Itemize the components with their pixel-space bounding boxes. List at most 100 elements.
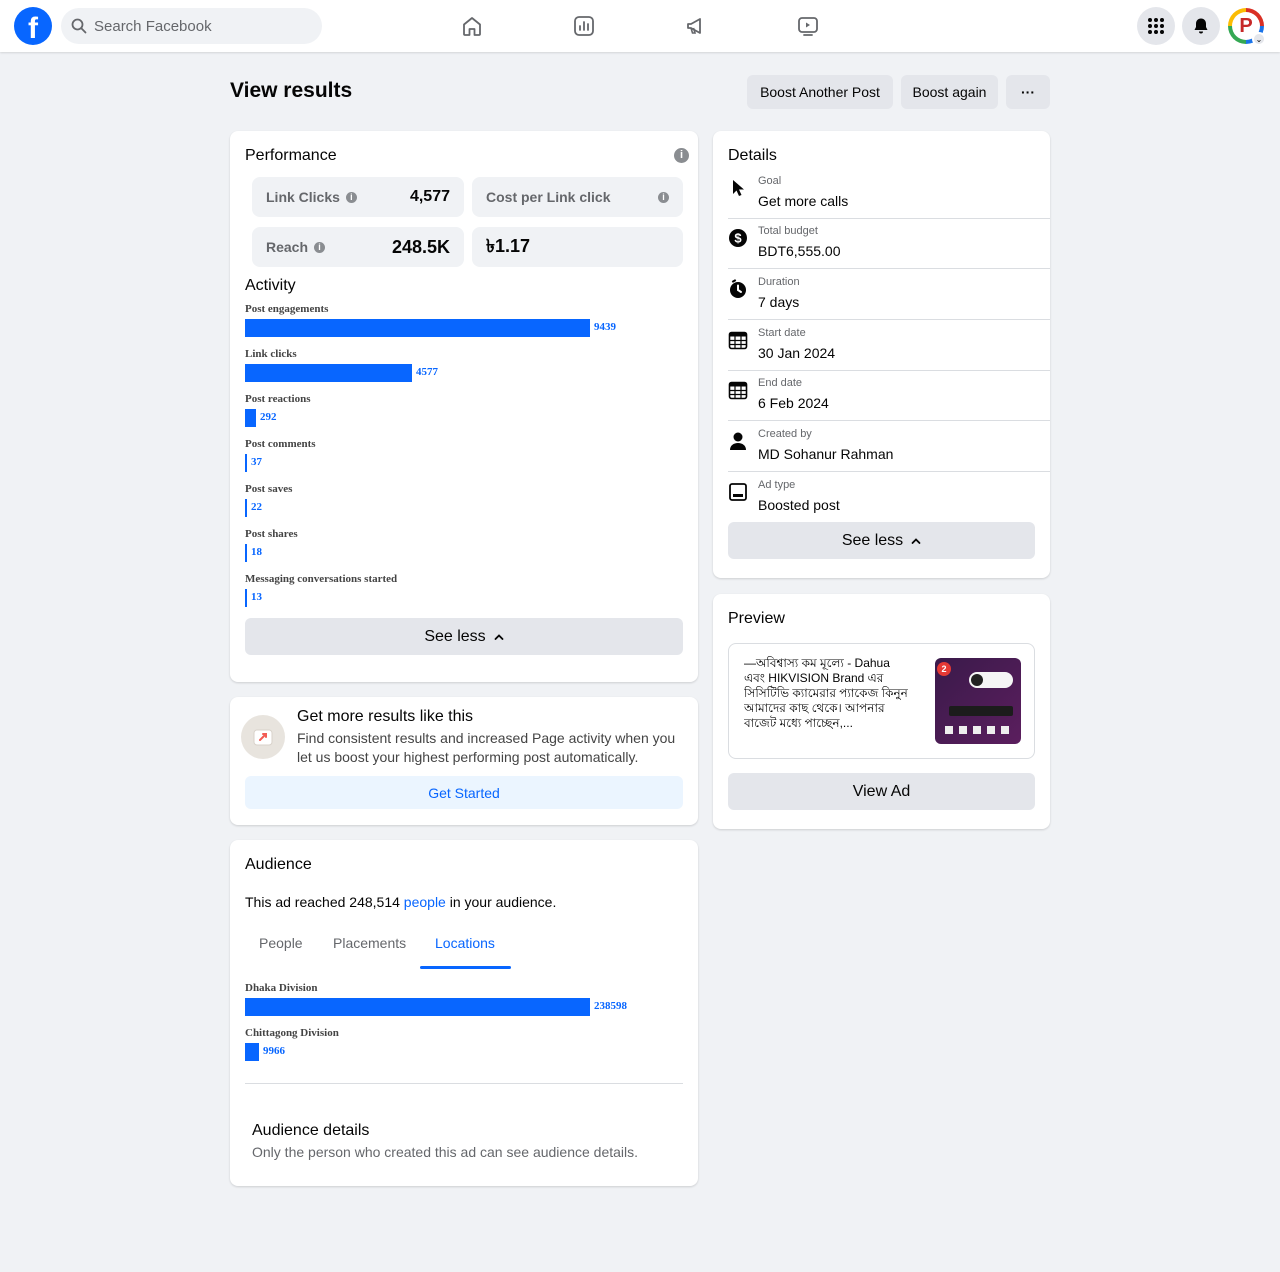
detail-value: BDT6,555.00 xyxy=(758,243,841,259)
more-options-button[interactable]: ··· xyxy=(1006,75,1050,109)
detail-value: 7 days xyxy=(758,294,800,310)
detail-key: End date xyxy=(758,377,803,389)
active-tab-indicator xyxy=(420,966,511,969)
metric-label: Link Clicks xyxy=(266,189,340,205)
camera-lens xyxy=(971,674,983,686)
info-icon[interactable]: i xyxy=(314,241,326,253)
search-icon xyxy=(71,18,87,34)
detail-key: Ad type xyxy=(758,479,796,491)
svg-text:$: $ xyxy=(734,231,742,246)
ad-center-icon[interactable] xyxy=(684,14,708,38)
view-ad-button[interactable]: View Ad xyxy=(728,773,1035,810)
activity-value: 22 xyxy=(251,501,262,513)
ad-preview-box[interactable]: —অবিশ্বাস্য কম মূল্যে - Dahua এবং HIKVIS… xyxy=(728,643,1035,759)
search-input-placeholder[interactable]: Search Facebook xyxy=(94,18,212,35)
details-card: Details Goal Get more calls $ Total budg… xyxy=(713,131,1050,578)
reach-count: 248,514 xyxy=(349,894,400,910)
people-link[interactable]: people xyxy=(404,894,446,910)
details-title: Details xyxy=(728,147,777,164)
detail-value: Get more calls xyxy=(758,193,849,209)
location-value: 238598 xyxy=(594,1000,627,1012)
chevron-down-icon[interactable]: ⌄ xyxy=(1252,32,1266,46)
detail-key: Start date xyxy=(758,327,806,339)
detail-value: 6 Feb 2024 xyxy=(758,395,829,411)
activity-bar xyxy=(245,364,412,382)
activity-bar xyxy=(245,589,247,607)
activity-bar xyxy=(245,454,247,472)
detail-row-ad-type: Ad type Boosted post xyxy=(728,472,1050,523)
profile-avatar[interactable]: P ⌄ xyxy=(1228,8,1266,46)
detail-key: Total budget xyxy=(758,225,818,237)
detail-row-budget: $ Total budget BDT6,555.00 xyxy=(728,218,1050,269)
get-started-button[interactable]: Get Started xyxy=(245,776,683,809)
tab-placements[interactable]: Placements xyxy=(333,935,406,951)
tab-locations[interactable]: Locations xyxy=(435,935,495,951)
metric-value: 248.5K xyxy=(391,236,450,257)
preview-card: Preview —অবিশ্বাস্য কম মূল্যে - Dahua এব… xyxy=(713,594,1050,829)
boost-again-button[interactable]: Boost again xyxy=(901,75,998,109)
location-label: Dhaka Division xyxy=(245,982,318,994)
activity-label: Post saves xyxy=(245,483,293,495)
metric-reach: Reach i 248.5K xyxy=(252,227,464,267)
detail-value: 30 Jan 2024 xyxy=(758,345,836,361)
ad-preview-thumbnail: 2 xyxy=(935,658,1021,744)
professional-dashboard-icon[interactable] xyxy=(572,14,596,38)
location-label: Chittagong Division xyxy=(245,1027,339,1039)
activity-title: Activity xyxy=(245,277,296,294)
detail-key: Created by xyxy=(758,428,812,440)
stopwatch-icon xyxy=(728,279,748,299)
detail-row-created-by: Created by MD Sohanur Rahman xyxy=(728,421,1050,472)
activity-value: 292 xyxy=(260,411,277,423)
activity-label: Post shares xyxy=(245,528,298,540)
reach-prefix: This ad reached xyxy=(245,894,350,910)
calendar-icon xyxy=(728,330,748,350)
performance-info-icon[interactable]: i xyxy=(674,148,689,163)
activity-bar xyxy=(245,409,256,427)
boost-another-post-button[interactable]: Boost Another Post xyxy=(747,75,893,109)
tab-people[interactable]: People xyxy=(259,935,303,951)
menu-grid-button[interactable] xyxy=(1137,7,1175,45)
preview-title: Preview xyxy=(728,610,785,627)
promo-body: Find consistent results and increased Pa… xyxy=(297,730,676,765)
activity-value: 18 xyxy=(251,546,262,558)
location-bar xyxy=(245,1043,259,1061)
reach-suffix: in your audience. xyxy=(445,894,557,910)
info-icon[interactable]: i xyxy=(658,191,669,203)
detail-row-goal: Goal Get more calls xyxy=(728,168,1050,219)
metric-cost-per-link-click: Cost per Link click i xyxy=(472,177,683,217)
activity-bar xyxy=(245,499,247,517)
performance-title: Performance xyxy=(245,147,337,164)
activity-label: Messaging conversations started xyxy=(245,573,398,585)
activity-value: 13 xyxy=(251,591,262,603)
activity-label: Link clicks xyxy=(245,348,297,360)
page-title: View results xyxy=(230,79,353,102)
home-icon[interactable] xyxy=(460,14,484,38)
performance-see-less-button[interactable]: See less xyxy=(245,618,683,655)
thumb-badge: 2 xyxy=(937,662,951,676)
info-icon[interactable]: i xyxy=(345,191,357,203)
video-icon[interactable] xyxy=(796,14,820,38)
detail-row-duration: Duration 7 days xyxy=(728,269,1050,320)
facebook-logo-icon[interactable]: f xyxy=(14,7,52,45)
ad-preview-text: —অবিশ্বাস্য কম মূল্যে - Dahua এবং HIKVIS… xyxy=(744,656,908,730)
details-see-less-button[interactable]: See less xyxy=(728,522,1035,559)
ad-type-icon xyxy=(728,482,748,502)
dvr-shape xyxy=(949,706,1013,716)
promo-title: Get more results like this xyxy=(297,708,474,725)
locations-bar-chart: Dhaka Division 238598 Chittagong Division 9… xyxy=(245,982,685,1072)
search-bar[interactable]: Search Facebook xyxy=(61,8,322,44)
detail-row-end-date: End date 6 Feb 2024 xyxy=(728,370,1050,421)
detail-value: MD Sohanur Rahman xyxy=(758,446,894,462)
metric-link-clicks: Link Clicks i 4,577 xyxy=(252,177,464,217)
chevron-up-icon xyxy=(494,633,504,640)
metric-value: ৳1.17 xyxy=(486,235,530,256)
notifications-button[interactable] xyxy=(1182,7,1220,45)
detail-key: Duration xyxy=(758,276,800,288)
activity-value: 37 xyxy=(251,456,262,468)
notifications-icon xyxy=(1194,18,1208,34)
activity-label: Post reactions xyxy=(245,393,311,405)
calendar-icon xyxy=(728,380,748,400)
location-bar xyxy=(245,998,590,1016)
audience-details-title: Audience details xyxy=(252,1122,370,1139)
detail-row-start-date: Start date 30 Jan 2024 xyxy=(728,320,1050,371)
